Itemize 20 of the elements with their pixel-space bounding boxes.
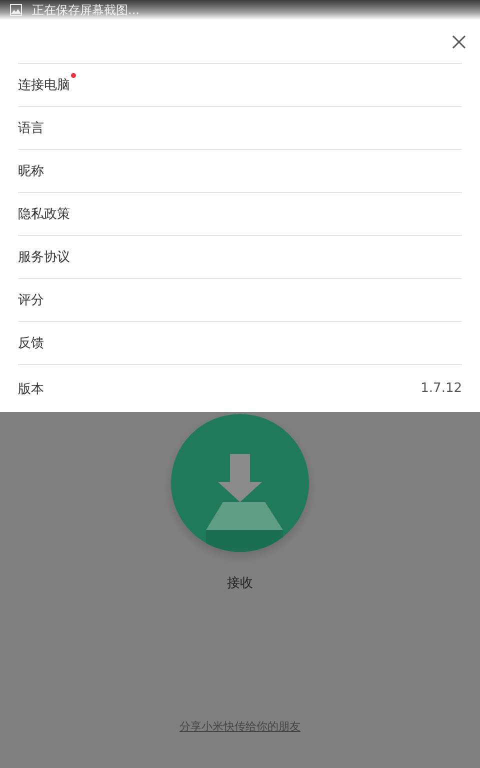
menu-item-label: 语言 (18, 120, 44, 137)
menu-item[interactable]: 评分 (18, 278, 462, 321)
menu-item-label: 昵称 (18, 163, 44, 180)
close-button[interactable] (450, 32, 468, 50)
menu-item-label: 版本 (18, 380, 44, 398)
menu-item[interactable]: 连接电脑 (18, 63, 462, 106)
menu-item-label: 评分 (18, 292, 44, 309)
menu-item[interactable]: 服务协议 (18, 235, 462, 278)
menu-item-label: 隐私政策 (18, 206, 70, 223)
image-icon (10, 4, 22, 16)
menu-item-label: 服务协议 (18, 249, 70, 266)
menu-item[interactable]: 隐私政策 (18, 192, 462, 235)
menu-item[interactable]: 昵称 (18, 149, 462, 192)
receive-label: 接收 (227, 575, 253, 592)
menu-item[interactable]: 语言 (18, 106, 462, 149)
status-text: 正在保存屏幕截图... (32, 2, 140, 18)
menu-item-label: 反馈 (18, 335, 44, 352)
menu-item-label: 连接电脑 (18, 76, 70, 94)
menu-item[interactable]: 反馈 (18, 321, 462, 364)
version-number: 1.7.12 (420, 381, 462, 396)
